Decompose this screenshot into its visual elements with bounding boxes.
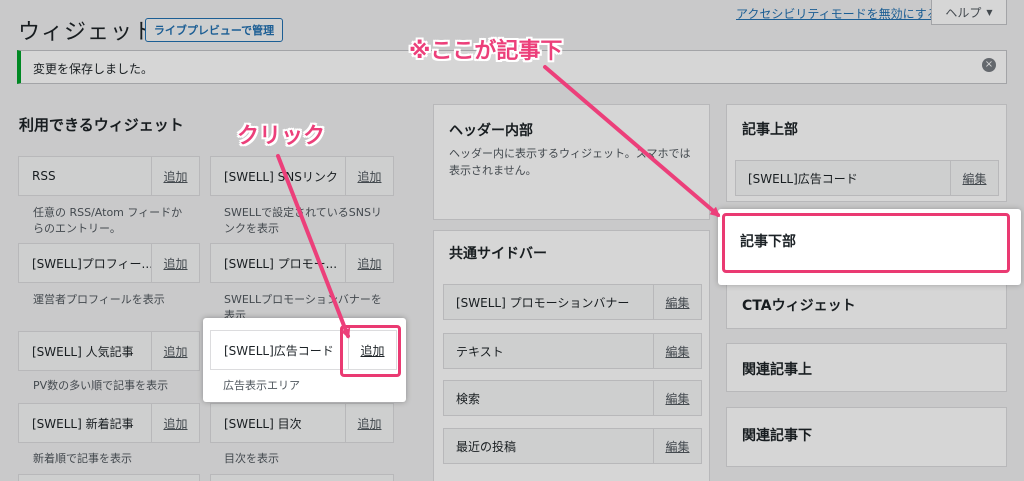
arrow-to-add-button bbox=[276, 154, 351, 339]
arrow-to-article-bottom bbox=[543, 65, 721, 217]
annotation-arrows bbox=[276, 65, 721, 339]
annotation-click: クリック bbox=[237, 124, 326, 149]
annotation-here: ※ここが記事下 bbox=[409, 39, 563, 64]
